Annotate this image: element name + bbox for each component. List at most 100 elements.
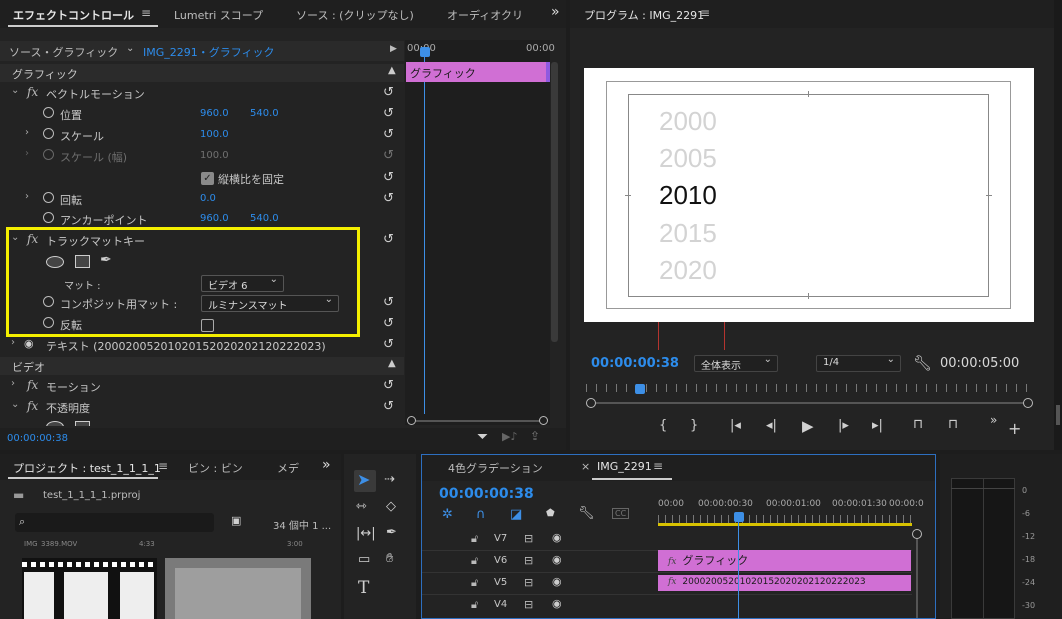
tab-bin[interactable]: ビン : ビン — [188, 460, 243, 476]
chevron-right-icon[interactable]: › — [11, 337, 15, 348]
chevron-right-icon[interactable]: › — [11, 378, 15, 389]
reset-icon[interactable]: ↺ — [383, 127, 394, 142]
stopwatch-icon[interactable] — [43, 212, 54, 223]
wrench-icon[interactable]: 🔧︎ — [578, 506, 595, 521]
play-only-icon[interactable]: ▶ — [390, 44, 397, 54]
mini-hscroll-right[interactable] — [539, 416, 548, 425]
scrub-ruler[interactable] — [586, 384, 1033, 392]
eye-icon[interactable]: ◉ — [24, 337, 34, 350]
anchor-x-value[interactable]: 960.0 — [200, 213, 229, 224]
clip-text-v5[interactable]: fx 20002005201020152020202120222023 — [658, 575, 911, 591]
eye-icon[interactable]: ◉ — [552, 575, 562, 588]
mini-hscroll-track[interactable] — [416, 420, 540, 422]
filter-icon[interactable]: ⏷ — [477, 429, 488, 445]
reset-icon[interactable]: ↺ — [383, 232, 394, 247]
eye-icon[interactable]: ◉ — [552, 531, 562, 544]
clip-label[interactable]: IMG_2291・グラフィック — [143, 44, 275, 60]
more-tabs-icon[interactable]: » — [551, 4, 560, 20]
tab-img-2291[interactable]: IMG_2291 — [597, 460, 652, 473]
more-tabs-icon[interactable]: » — [322, 457, 331, 473]
zoom-right-handle[interactable] — [1023, 398, 1033, 408]
chevron-down-icon[interactable]: ⌄ — [11, 85, 19, 96]
eye-icon[interactable]: ◉ — [552, 553, 562, 566]
tab-effect-controls[interactable]: エフェクトコントロール — [13, 7, 134, 23]
close-tab-icon[interactable]: × — [581, 460, 590, 473]
mini-scrollbar[interactable] — [551, 62, 558, 342]
tab-menu-icon[interactable]: ≡ — [158, 459, 168, 473]
play-icon[interactable]: ▶ — [802, 417, 814, 435]
track-select-tool-icon[interactable]: ⇢ — [384, 472, 395, 487]
lock-icon[interactable]: 🔓︎ — [471, 554, 478, 568]
step-back-icon[interactable]: ◂| — [766, 418, 777, 433]
rectangle-mask-icon[interactable] — [75, 421, 90, 426]
zoom-left-handle[interactable] — [586, 398, 596, 408]
tab-menu-icon[interactable]: ≡ — [141, 6, 151, 20]
lock-icon[interactable]: 🔓︎ — [471, 598, 478, 612]
ellipse-mask-icon[interactable] — [46, 421, 64, 426]
stopwatch-icon[interactable] — [43, 128, 54, 139]
marker-icon[interactable]: ⬟ — [546, 508, 555, 519]
program-playhead[interactable] — [635, 384, 645, 394]
mark-out-icon[interactable]: } — [690, 418, 698, 433]
step-forward-icon[interactable]: |▸ — [838, 418, 849, 433]
scale-value[interactable]: 100.0 — [200, 129, 229, 140]
time-ruler-ticks[interactable] — [658, 515, 912, 523]
more-controls-icon[interactable]: » — [990, 413, 997, 427]
program-timecode[interactable]: 00:00:00:38 — [591, 356, 679, 371]
chevron-down-icon[interactable]: ⌄ — [11, 399, 19, 410]
new-bin-from-search-icon[interactable]: ▣ — [231, 514, 241, 527]
reset-icon[interactable]: ↺ — [383, 337, 394, 352]
reset-icon[interactable]: ↺ — [383, 191, 394, 206]
sync-lock-icon[interactable]: ⊟ — [524, 598, 533, 611]
stopwatch-icon[interactable] — [43, 192, 54, 203]
insert-icon[interactable]: ⊓ — [913, 417, 923, 432]
right-scroll-handle[interactable] — [1056, 405, 1060, 425]
tab-media[interactable]: メデ — [277, 460, 299, 476]
tab-lumetri-scopes[interactable]: Lumetri スコープ — [174, 7, 263, 23]
lock-icon[interactable]: 🔓︎ — [471, 576, 478, 590]
program-title[interactable]: プログラム : IMG_2291 — [584, 7, 704, 23]
tab-audio-clip[interactable]: オーディオクリ — [447, 7, 523, 23]
linked-selection-icon[interactable]: ◪ — [510, 507, 522, 522]
ripple-edit-tool-icon[interactable]: ⇿ — [356, 499, 367, 514]
go-to-out-icon[interactable]: ▸| — [872, 418, 883, 433]
mini-hscroll-left[interactable] — [407, 416, 416, 425]
anchor-y-value[interactable]: 540.0 — [250, 213, 279, 224]
overwrite-icon[interactable]: ⊓ — [948, 417, 958, 432]
fx-icon[interactable]: fx — [27, 85, 38, 99]
reset-icon[interactable]: ↺ — [383, 85, 394, 100]
reset-icon[interactable]: ↺ — [383, 378, 394, 393]
zoom-bar[interactable] — [596, 402, 1024, 404]
chevron-right-icon[interactable]: › — [25, 127, 29, 138]
fit-dropdown[interactable]: 全体表示 — [694, 354, 778, 372]
track-v4[interactable]: 🔓︎ V4 ⊟ ◉ — [0, 595, 924, 617]
sync-lock-icon[interactable]: ⊟ — [524, 576, 533, 589]
timeline-timecode[interactable]: 00:00:00:38 — [439, 486, 534, 502]
captions-icon[interactable]: CC — [612, 508, 630, 519]
selection-tool-icon[interactable]: ➤ — [357, 470, 370, 489]
lock-icon[interactable]: 🔓︎ — [471, 532, 478, 546]
snap-icon[interactable]: ∩ — [476, 507, 486, 522]
resolution-dropdown[interactable]: 1/4 — [816, 354, 901, 372]
reset-icon[interactable]: ↺ — [383, 316, 394, 331]
reset-icon[interactable]: ↺ — [383, 170, 394, 185]
uniform-scale-checkbox[interactable]: ✓ — [201, 172, 214, 185]
chevron-down-icon[interactable]: ⌄ — [126, 43, 134, 54]
eye-icon[interactable]: ◉ — [552, 597, 562, 610]
reset-icon[interactable]: ↺ — [383, 399, 394, 414]
go-to-in-icon[interactable]: |◂ — [730, 418, 741, 433]
timeline-playhead-head[interactable] — [734, 512, 744, 522]
fx-icon[interactable]: fx — [27, 378, 38, 392]
rotation-value[interactable]: 0.0 — [200, 193, 216, 204]
reset-icon[interactable]: ↺ — [383, 295, 394, 310]
tab-4color-gradient[interactable]: 4色グラデーション — [448, 460, 543, 476]
tab-menu-icon[interactable]: ≡ — [653, 459, 663, 473]
work-area-bar[interactable] — [658, 523, 912, 526]
sync-lock-icon[interactable]: ⊟ — [524, 554, 533, 567]
track-v7[interactable]: 🔓︎ V7 ⊟ ◉ — [0, 529, 924, 551]
add-button-icon[interactable]: + — [1008, 419, 1021, 438]
fx-icon[interactable]: fx — [27, 399, 38, 413]
ec-current-time[interactable]: 00:00:00:38 — [7, 433, 68, 444]
clip-graphic-v6[interactable]: fx グラフィック — [658, 550, 911, 571]
position-x-value[interactable]: 960.0 — [200, 108, 229, 119]
